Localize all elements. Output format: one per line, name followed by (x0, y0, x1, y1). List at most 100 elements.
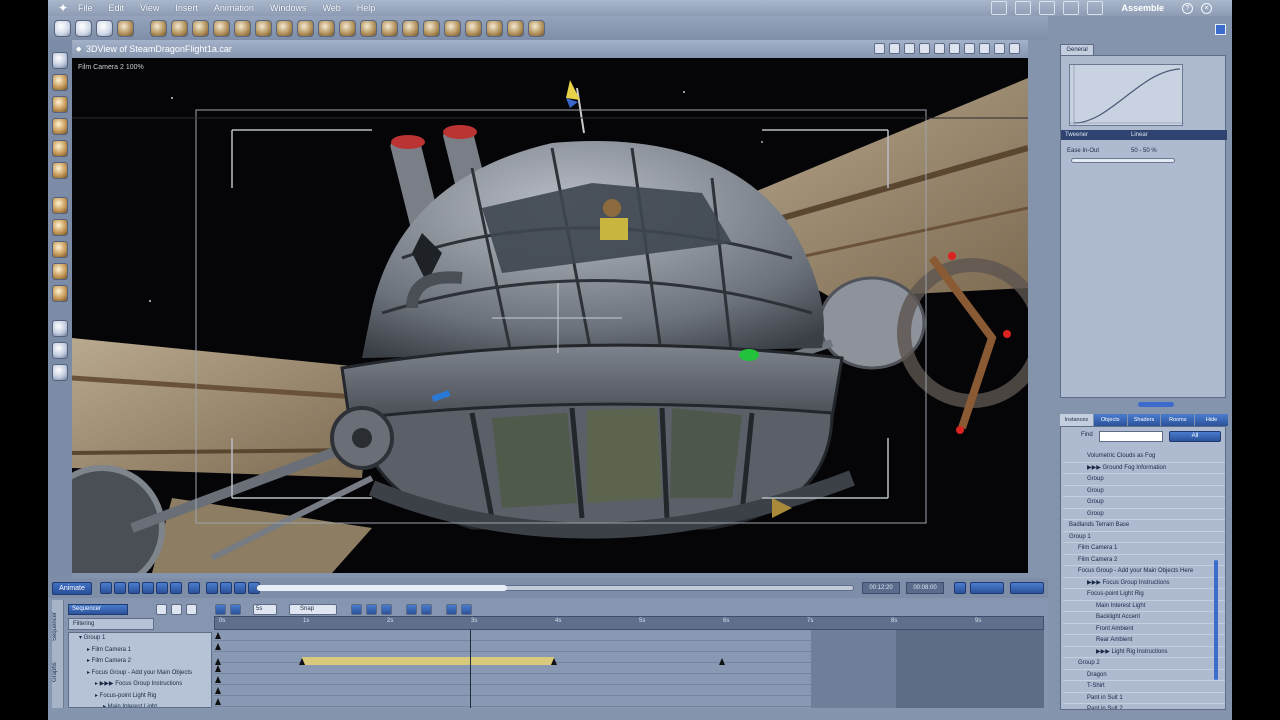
room-sculpt-icon[interactable] (1039, 1, 1056, 15)
shading-mode-icon[interactable] (964, 43, 975, 54)
scene-tree-row[interactable]: Group (1063, 497, 1225, 509)
next-key-icon[interactable] (142, 582, 154, 594)
text-object-icon[interactable] (402, 19, 419, 37)
dolly-camera-icon[interactable] (52, 241, 68, 258)
menu-windows[interactable]: Windows (270, 3, 307, 13)
plant-icon[interactable] (360, 19, 377, 37)
time-settings-icon[interactable] (954, 582, 966, 594)
render-animation-button[interactable] (1010, 582, 1044, 594)
ease-slider[interactable] (1071, 158, 1175, 163)
go-start-icon[interactable] (100, 582, 112, 594)
keyframe-marker[interactable] (215, 676, 221, 683)
tab-graphs[interactable]: Graphs (52, 652, 58, 692)
timeline-tracks[interactable] (214, 630, 1044, 708)
play-icon[interactable] (128, 582, 140, 594)
end-time-field[interactable]: 00:08:00 (906, 582, 944, 594)
deformer-icon[interactable] (507, 19, 524, 37)
key-tool-3-icon[interactable] (381, 603, 392, 615)
dual-view-icon[interactable] (904, 43, 915, 54)
keyframe-marker[interactable] (215, 643, 221, 650)
pointer-icon[interactable] (156, 603, 167, 615)
time-ruler[interactable]: 0s 1s 2s 3s 4s 5s 6s 7s 8s 9s (214, 616, 1044, 630)
timeline-tree-row[interactable]: ▸ Focus-point Light Rig (69, 691, 211, 703)
move-tool-icon[interactable] (52, 74, 68, 91)
camera-view-icon[interactable] (52, 320, 68, 337)
scene-tree-row[interactable]: Dragon (1063, 670, 1225, 681)
cube-primitive-icon[interactable] (213, 19, 230, 37)
sequencer-select[interactable]: Sequencer (68, 603, 128, 615)
keyframe-marker[interactable] (215, 698, 221, 705)
grid-view-icon[interactable] (934, 43, 945, 54)
zoom-camera-icon[interactable] (52, 285, 68, 302)
keyframe-marker[interactable] (215, 632, 221, 639)
scene-tree-row[interactable]: Group (1063, 486, 1225, 497)
scene-tree-row[interactable]: Group 2 (1063, 658, 1225, 670)
key-tool-7-icon[interactable] (461, 603, 472, 615)
add-key-icon[interactable] (206, 582, 218, 594)
key-tool-6-icon[interactable] (446, 603, 457, 615)
view-mode-icon[interactable] (215, 603, 226, 615)
wireframe-mode-icon[interactable] (994, 43, 1005, 54)
pan-camera-icon[interactable] (52, 197, 68, 214)
tweener-curve-graph[interactable] (1069, 64, 1184, 127)
arrow-tool-icon[interactable] (52, 52, 68, 69)
scene-tree-row[interactable]: T-Shirt (1063, 681, 1225, 693)
snap-toggle[interactable]: Snap (289, 603, 337, 615)
grab-view-icon[interactable] (52, 342, 68, 359)
rotate-tool-icon[interactable] (75, 19, 92, 37)
tab-rooms[interactable]: Rooms (1161, 414, 1195, 426)
light-icon[interactable] (276, 19, 293, 37)
view-collapse-icon[interactable]: ◆ (76, 45, 81, 53)
render-icon[interactable] (465, 19, 482, 37)
timeline-tree-row[interactable]: ▸ Focus Group - Add your Main Objects (69, 668, 211, 680)
key-tool-5-icon[interactable] (421, 603, 432, 615)
scene-tree-row[interactable]: Rear Ambient (1063, 635, 1225, 647)
scene-tree-row[interactable]: Pant in Suit 2 (1063, 704, 1225, 709)
menu-file[interactable]: File (78, 3, 93, 13)
scene-tree-row[interactable]: Film Camera 2 (1063, 555, 1225, 566)
wand-icon[interactable] (528, 19, 545, 37)
current-time-field[interactable]: 00:12:20 (862, 582, 900, 594)
menu-help[interactable]: Help (357, 3, 376, 13)
key-tool-2-icon[interactable] (366, 603, 377, 615)
keyframe-marker[interactable] (215, 658, 221, 665)
room-paint-icon[interactable] (1015, 1, 1032, 15)
scene-tree-row[interactable]: Film Camera 1 (1063, 543, 1225, 555)
tweener-mode-select[interactable]: Linear (1131, 130, 1148, 140)
menu-animation[interactable]: Animation (214, 3, 254, 13)
tab-general[interactable]: General (1060, 44, 1094, 55)
scene-tree-row[interactable]: Badlands Terrain Base (1063, 520, 1225, 532)
timeline-tree-row[interactable]: ▾ Group 1 (69, 633, 211, 645)
torus-primitive-icon[interactable] (255, 19, 272, 37)
room-brush-icon[interactable] (1087, 1, 1104, 15)
scene-tree-row[interactable]: Group 1 (1063, 532, 1225, 543)
find-scope-select[interactable]: All (1169, 431, 1221, 442)
cloud-icon[interactable] (381, 19, 398, 37)
timeline-tree-row[interactable]: ▸ Film Camera 1 (69, 645, 211, 657)
render-range-button[interactable] (970, 582, 1004, 594)
panel-toggle-icon[interactable] (1215, 24, 1226, 35)
keyframe-marker[interactable] (215, 665, 221, 672)
keyframe-marker[interactable] (719, 658, 725, 665)
cone-primitive-icon[interactable] (192, 19, 209, 37)
keyframe-marker[interactable] (551, 658, 557, 665)
key-tool-1-icon[interactable] (351, 603, 362, 615)
tab-hide[interactable]: Hide (1195, 414, 1228, 426)
orbit-camera-icon[interactable] (52, 263, 68, 280)
figure-icon[interactable] (423, 19, 440, 37)
sphere-primitive-icon[interactable] (150, 19, 167, 37)
material-icon[interactable] (486, 19, 503, 37)
room-pen-icon[interactable] (1063, 1, 1080, 15)
scene-tree-row[interactable]: Volumetric Clouds as Fog (1063, 451, 1225, 463)
scene-tree-row[interactable]: Pant in Suit 1 (1063, 693, 1225, 704)
delete-key-icon[interactable] (220, 582, 232, 594)
stop-icon[interactable] (188, 582, 200, 594)
zoom-time-icon[interactable] (171, 603, 182, 615)
plane-primitive-icon[interactable] (234, 19, 251, 37)
pencil-tool-icon[interactable] (52, 140, 68, 157)
go-end-icon[interactable] (156, 582, 168, 594)
scene-tree-row[interactable]: Focus Group - Add your Main Objects Here (1063, 566, 1225, 578)
single-view-icon[interactable] (889, 43, 900, 54)
timeline-tree-row[interactable]: ▸ Film Camera 2 (69, 656, 211, 668)
scene-tree-row[interactable]: ▶▶▶ Focus Group Instructions (1063, 578, 1225, 589)
